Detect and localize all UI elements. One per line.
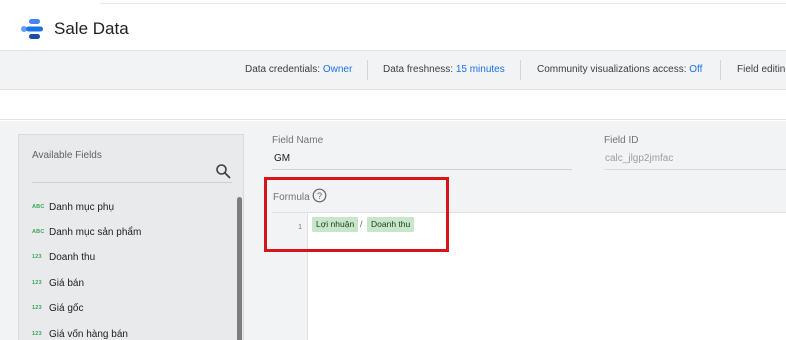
field-item[interactable]: 123 Doanh thu bbox=[32, 249, 95, 265]
page: Sale Data Data credentials: Owner Data f… bbox=[0, 0, 786, 340]
number-type-icon: 123 bbox=[32, 254, 42, 260]
field-label: Giá gốc bbox=[49, 302, 84, 314]
number-type-icon: 123 bbox=[32, 331, 42, 337]
field-label: Giá bán bbox=[49, 277, 85, 289]
data-source-settings-bar: Data credentials: Owner Data freshness: … bbox=[0, 50, 786, 90]
field-name-underline bbox=[272, 169, 572, 170]
field-id-label: Field ID bbox=[604, 135, 639, 146]
divider bbox=[520, 60, 521, 80]
field-label: Doanh thu bbox=[49, 251, 96, 263]
number-type-icon: 123 bbox=[32, 305, 42, 311]
field-name-label: Field Name bbox=[272, 135, 324, 146]
field-label: Danh mục phụ bbox=[49, 201, 115, 213]
field-item[interactable]: 123 Giá vốn hàng bán bbox=[32, 326, 128, 340]
looker-studio-icon[interactable] bbox=[20, 18, 44, 40]
divider bbox=[367, 60, 368, 80]
community-visualizations-value[interactable]: Off bbox=[689, 64, 702, 75]
field-item[interactable]: 123 Giá bán bbox=[32, 275, 84, 291]
toolbar-spacer bbox=[0, 90, 786, 120]
field-item[interactable]: ABC Danh mục phụ bbox=[32, 199, 114, 215]
formula-highlight-box bbox=[264, 177, 449, 252]
field-label: Giá vốn hàng bán bbox=[49, 328, 128, 340]
text-type-icon: ABC bbox=[32, 204, 45, 210]
field-editing-setting[interactable]: Field editin bbox=[737, 51, 785, 89]
page-title[interactable]: Sale Data bbox=[54, 19, 129, 39]
title-bar: Sale Data bbox=[0, 6, 786, 50]
data-credentials-setting[interactable]: Data credentials: Owner bbox=[245, 51, 352, 89]
field-item[interactable]: 123 Giá gốc bbox=[32, 300, 83, 316]
text-type-icon: ABC bbox=[32, 229, 45, 235]
data-credentials-label: Data credentials: bbox=[245, 64, 321, 75]
field-id-value: calc_jlgp2jmfac bbox=[605, 153, 674, 164]
divider bbox=[720, 60, 721, 80]
community-visualizations-setting[interactable]: Community visualizations access: Off bbox=[537, 51, 702, 89]
data-freshness-label: Data freshness: bbox=[383, 64, 454, 75]
search-icon[interactable] bbox=[215, 163, 231, 179]
fields-scrollbar[interactable] bbox=[237, 197, 242, 340]
field-label: Danh mục sản phẩm bbox=[49, 226, 142, 238]
data-freshness-setting[interactable]: Data freshness: 15 minutes bbox=[383, 51, 505, 89]
search-input[interactable] bbox=[32, 182, 232, 183]
field-editing-label: Field editin bbox=[737, 64, 786, 75]
tab-edge bbox=[100, 0, 786, 4]
data-freshness-value[interactable]: 15 minutes bbox=[456, 64, 505, 75]
field-name-input[interactable]: GM bbox=[274, 153, 290, 164]
community-visualizations-label: Community visualizations access: bbox=[537, 64, 687, 75]
field-item[interactable]: ABC Danh mục sản phẩm bbox=[32, 224, 141, 240]
data-credentials-value[interactable]: Owner bbox=[323, 64, 352, 75]
available-fields-title: Available Fields bbox=[32, 150, 102, 161]
number-type-icon: 123 bbox=[32, 280, 42, 286]
field-id-underline bbox=[604, 169, 786, 170]
available-fields-panel: Available Fields ABC Danh mục phụ ABC Da… bbox=[18, 134, 244, 340]
